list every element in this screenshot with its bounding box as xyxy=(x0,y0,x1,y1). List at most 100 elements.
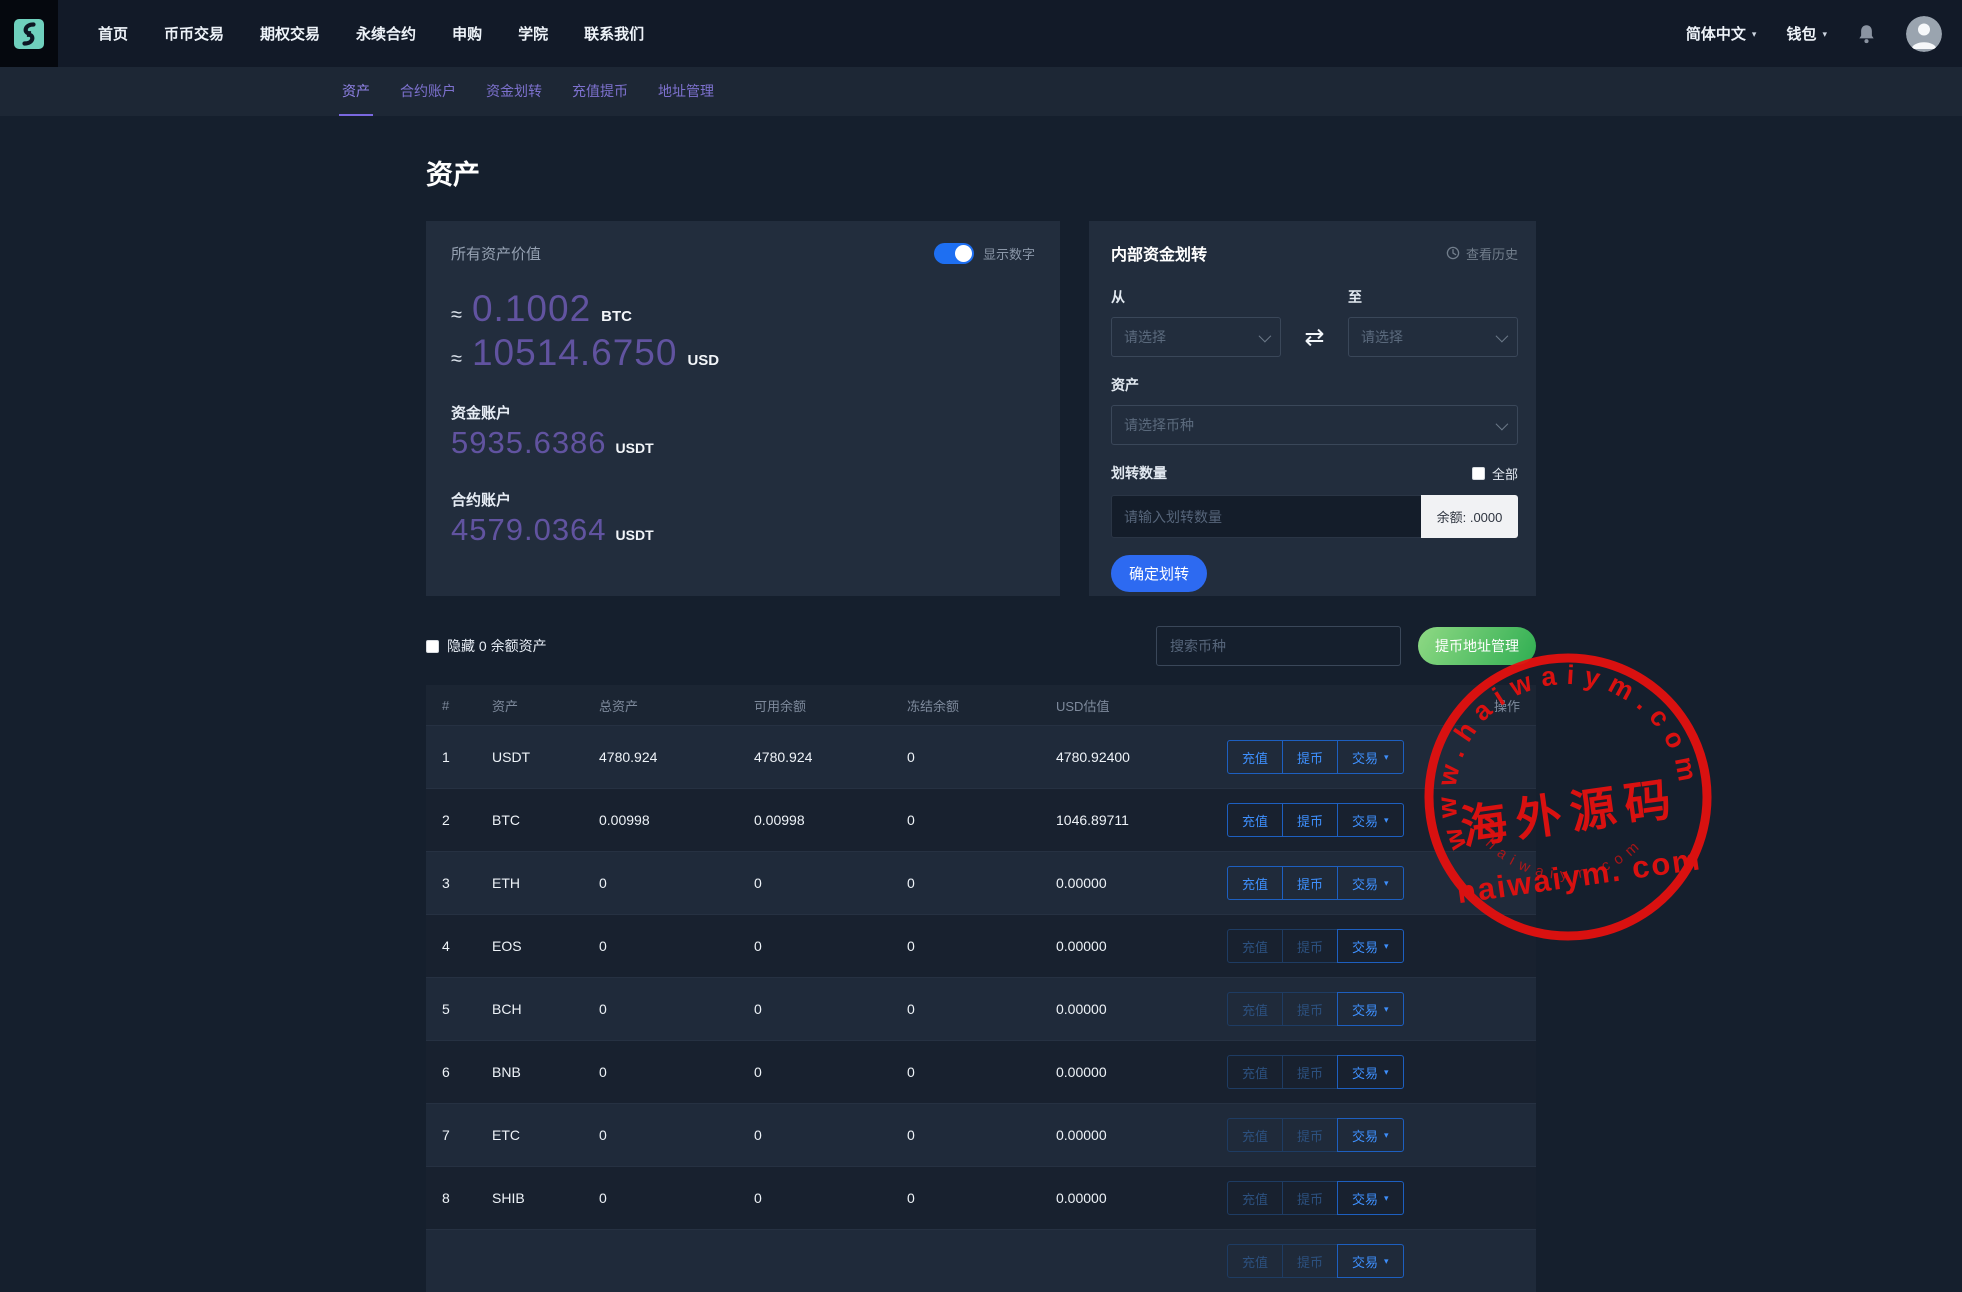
from-select[interactable]: 请选择 xyxy=(1111,317,1281,357)
subnav-tab[interactable]: 地址管理 xyxy=(655,67,717,116)
nav-menu-item[interactable]: 永续合约 xyxy=(356,23,416,44)
trade-button[interactable]: 交易 ▾ xyxy=(1337,992,1404,1026)
approx-sign: ≈ xyxy=(451,304,462,327)
subnav-tab[interactable]: 合约账户 xyxy=(397,67,459,116)
row-actions: 充值 提币 交易 ▾ xyxy=(1227,929,1404,963)
contract-account-label: 合约账户 xyxy=(451,489,1035,510)
deposit-button[interactable]: 充值 xyxy=(1227,803,1283,837)
hide-zero-balance-option[interactable]: 隐藏 0 余额资产 xyxy=(426,636,547,656)
to-select-placeholder: 请选择 xyxy=(1361,327,1403,347)
deposit-button[interactable]: 充值 xyxy=(1227,1118,1283,1152)
nav-menu-item[interactable]: 申购 xyxy=(452,23,482,44)
withdraw-button[interactable]: 提币 xyxy=(1282,1055,1338,1089)
deposit-button[interactable]: 充值 xyxy=(1227,1181,1283,1215)
withdraw-button[interactable]: 提币 xyxy=(1282,1118,1338,1152)
trade-button[interactable]: 交易 ▾ xyxy=(1337,1244,1404,1278)
all-checkbox[interactable] xyxy=(1472,467,1485,480)
cell-index: 6 xyxy=(426,1064,492,1080)
withdraw-button[interactable]: 提币 xyxy=(1282,1181,1338,1215)
nav-menu-item[interactable]: 联系我们 xyxy=(584,23,644,44)
trade-button[interactable]: 交易 ▾ xyxy=(1337,803,1404,837)
header-usd: USD估值 xyxy=(1056,696,1227,715)
language-selector[interactable]: 简体中文 ▾ xyxy=(1686,23,1757,44)
deposit-button[interactable]: 充值 xyxy=(1227,1244,1283,1278)
withdraw-button[interactable]: 提币 xyxy=(1282,992,1338,1026)
from-select-placeholder: 请选择 xyxy=(1124,327,1166,347)
page-title: 资产 xyxy=(426,153,1536,192)
show-numbers-toggle[interactable] xyxy=(934,243,974,264)
trade-label: 交易 xyxy=(1352,1252,1378,1271)
cell-usd-value: 0.00000 xyxy=(1056,1064,1227,1080)
deposit-button[interactable]: 充值 xyxy=(1227,740,1283,774)
to-select[interactable]: 请选择 xyxy=(1348,317,1518,357)
transfer-all-option[interactable]: 全部 xyxy=(1472,464,1518,483)
toggle-knob xyxy=(955,245,972,262)
subnav-tab[interactable]: 资产 xyxy=(339,67,373,116)
cell-total: 0 xyxy=(599,875,754,891)
cell-asset: ETH xyxy=(492,875,599,891)
nav-menu-item[interactable]: 币币交易 xyxy=(164,23,224,44)
header-frozen: 冻结余额 xyxy=(907,696,1056,715)
confirm-transfer-button[interactable]: 确定划转 xyxy=(1111,555,1207,592)
cell-frozen: 0 xyxy=(907,1064,1056,1080)
row-actions: 充值 提币 交易 ▾ xyxy=(1227,740,1404,774)
subnav: 资产合约账户资金划转充值提币地址管理 xyxy=(0,67,1962,116)
deposit-button[interactable]: 充值 xyxy=(1227,1055,1283,1089)
assets-panel-title: 所有资产价值 xyxy=(451,243,541,264)
subnav-tab[interactable]: 资金划转 xyxy=(483,67,545,116)
caret-down-icon: ▾ xyxy=(1384,1193,1389,1204)
cell-frozen: 0 xyxy=(907,1127,1056,1143)
assets-value-panel: 所有资产价值 显示数字 ≈ 0.1002 BTC ≈ 10514.6750 US… xyxy=(426,221,1060,596)
row-actions: 充值 提币 交易 ▾ xyxy=(1227,1118,1404,1152)
trade-button[interactable]: 交易 ▾ xyxy=(1337,929,1404,963)
row-actions: 充值 提币 交易 ▾ xyxy=(1227,803,1404,837)
contract-account-unit: USDT xyxy=(616,527,654,543)
cell-usd-value: 0.00000 xyxy=(1056,938,1227,954)
withdraw-button[interactable]: 提币 xyxy=(1282,740,1338,774)
contract-account-value: 4579.0364 xyxy=(451,512,607,548)
asset-select[interactable]: 请选择币种 xyxy=(1111,405,1518,445)
cell-total: 0 xyxy=(599,1190,754,1206)
user-icon xyxy=(1906,16,1942,52)
trade-button[interactable]: 交易 ▾ xyxy=(1337,1181,1404,1215)
trade-button[interactable]: 交易 ▾ xyxy=(1337,1118,1404,1152)
bell-icon[interactable] xyxy=(1857,23,1876,45)
avatar[interactable] xyxy=(1906,16,1942,52)
table-row: 6 BNB 0 0 0 0.00000 充值 提币 交易 ▾ xyxy=(426,1040,1536,1103)
amount-input[interactable] xyxy=(1111,495,1421,538)
withdraw-button[interactable]: 提币 xyxy=(1282,929,1338,963)
usd-value-line: ≈ 10514.6750 USD xyxy=(451,332,1035,374)
withdraw-address-manage-button[interactable]: 提币地址管理 xyxy=(1418,627,1536,665)
hide-zero-label: 隐藏 0 余额资产 xyxy=(447,636,547,656)
funding-account-value-line: 5935.6386 USDT xyxy=(451,425,1035,461)
wallet-menu[interactable]: 钱包 ▾ xyxy=(1786,23,1827,44)
logo[interactable] xyxy=(0,0,58,67)
subnav-tab[interactable]: 充值提币 xyxy=(569,67,631,116)
trade-button[interactable]: 交易 ▾ xyxy=(1337,1055,1404,1089)
cell-frozen: 0 xyxy=(907,938,1056,954)
trade-button[interactable]: 交易 ▾ xyxy=(1337,866,1404,900)
view-history-link[interactable]: 查看历史 xyxy=(1446,244,1518,263)
swap-icon[interactable]: ⇄ xyxy=(1304,323,1324,352)
caret-down-icon: ▾ xyxy=(1384,1256,1389,1267)
balance-addon: 余额: .0000 xyxy=(1421,495,1518,538)
trade-button[interactable]: 交易 ▾ xyxy=(1337,740,1404,774)
nav-menu-item[interactable]: 期权交易 xyxy=(260,23,320,44)
from-label: 从 xyxy=(1111,287,1281,307)
withdraw-button[interactable]: 提币 xyxy=(1282,866,1338,900)
top-navbar: 首页 币币交易 期权交易 永续合约 申购 学院 联系我们 简体中文 ▾ 钱包 ▾ xyxy=(0,0,1962,67)
clock-icon xyxy=(1446,246,1460,260)
nav-menu-item[interactable]: 首页 xyxy=(98,23,128,44)
search-input[interactable] xyxy=(1156,626,1401,666)
nav-menu-item[interactable]: 学院 xyxy=(518,23,548,44)
deposit-button[interactable]: 充值 xyxy=(1227,929,1283,963)
row-actions: 充值 提币 交易 ▾ xyxy=(1227,992,1404,1026)
table-row: 4 EOS 0 0 0 0.00000 充值 提币 交易 ▾ xyxy=(426,914,1536,977)
hide-zero-checkbox[interactable] xyxy=(426,640,439,653)
cell-asset: BTC xyxy=(492,812,599,828)
deposit-button[interactable]: 充值 xyxy=(1227,992,1283,1026)
amount-label: 划转数量 xyxy=(1111,463,1167,483)
deposit-button[interactable]: 充值 xyxy=(1227,866,1283,900)
withdraw-button[interactable]: 提币 xyxy=(1282,803,1338,837)
withdraw-button[interactable]: 提币 xyxy=(1282,1244,1338,1278)
